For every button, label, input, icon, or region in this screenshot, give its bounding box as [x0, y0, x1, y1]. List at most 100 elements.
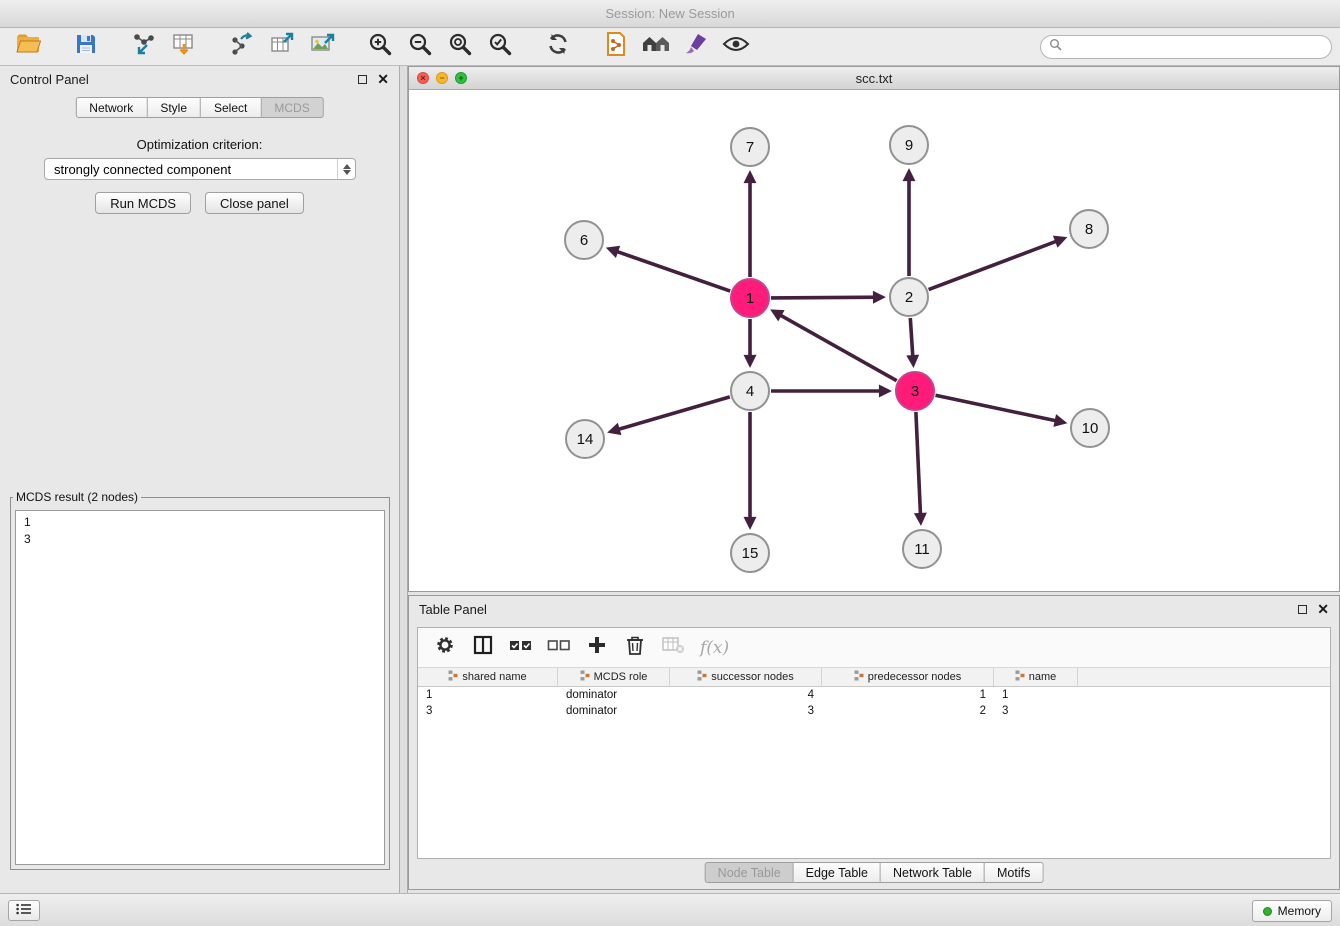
graph-edge-4-14[interactable] — [611, 397, 730, 432]
graph-edge-2-3[interactable] — [910, 318, 913, 364]
show-hide-button[interactable] — [716, 30, 756, 64]
columns-button[interactable] — [466, 632, 500, 664]
tab-node-table[interactable]: Node Table — [705, 862, 794, 883]
export-image-icon — [309, 31, 335, 62]
graph-edge-3-11[interactable] — [916, 412, 921, 522]
export-table-button[interactable] — [262, 30, 302, 64]
control-panel-title: Control Panel — [10, 72, 89, 87]
zoom-in-icon — [368, 32, 393, 62]
optimization-label: Optimization criterion: — [0, 137, 399, 152]
graph-node-11[interactable]: 11 — [903, 530, 941, 568]
network-window-titlebar[interactable]: × − + scc.txt — [409, 67, 1339, 90]
column-header-label: MCDS role — [594, 671, 648, 683]
table-row[interactable]: 3dominator323 — [418, 703, 1330, 719]
gear-button[interactable] — [428, 632, 462, 664]
graph-edge-2-8[interactable] — [929, 239, 1064, 290]
apply-layout-button[interactable] — [538, 30, 578, 64]
close-window-icon[interactable]: × — [417, 72, 429, 84]
function-builder-icon: f(x) — [700, 638, 729, 658]
export-network-button[interactable] — [222, 30, 262, 64]
minimize-window-icon[interactable]: − — [436, 72, 448, 84]
import-table-icon — [171, 31, 197, 62]
optimization-dropdown[interactable]: strongly connected component — [44, 158, 356, 180]
memory-button[interactable]: Memory — [1252, 900, 1332, 922]
dropdown-stepper-icon — [337, 159, 355, 179]
graph-node-7[interactable]: 7 — [731, 128, 769, 166]
network-view-window: × − + scc.txt 7 9 6 8 1 2 4 3 14 10 15 11 — [408, 66, 1340, 592]
network-canvas[interactable]: 7 9 6 8 1 2 4 3 14 10 15 11 — [409, 90, 1339, 591]
gear-icon — [434, 634, 456, 661]
column-header-shared-name[interactable]: shared name — [418, 668, 558, 686]
table-cell: 3 — [670, 705, 822, 717]
delete-table-button — [656, 632, 690, 664]
vertical-splitter[interactable] — [400, 66, 408, 893]
run-mcds-button[interactable]: Run MCDS — [95, 192, 191, 214]
column-tree-icon — [448, 670, 458, 684]
table-cell: 1 — [418, 689, 558, 701]
maximize-window-icon[interactable]: + — [455, 72, 467, 84]
graph-node-14[interactable]: 14 — [566, 420, 604, 458]
task-history-button[interactable] — [8, 900, 40, 921]
control-panel-tabs: NetworkStyleSelectMCDS — [75, 97, 323, 118]
column-header-name[interactable]: name — [994, 668, 1078, 686]
graph-edge-3-1[interactable] — [774, 311, 897, 380]
graph-node-3[interactable]: 3 — [896, 372, 934, 410]
deselect-all-button[interactable] — [542, 632, 576, 664]
column-tree-icon — [580, 670, 590, 684]
first-neighbors-button[interactable] — [636, 30, 676, 64]
add-button[interactable] — [580, 632, 614, 664]
zoom-in-button[interactable] — [360, 30, 400, 64]
tab-motifs[interactable]: Motifs — [985, 862, 1043, 883]
float-table-panel-icon[interactable] — [1298, 605, 1307, 614]
graph-node-10[interactable]: 10 — [1071, 409, 1109, 447]
graph-node-4[interactable]: 4 — [731, 372, 769, 410]
import-table-button[interactable] — [164, 30, 204, 64]
table-body: 1dominator4113dominator323 — [418, 687, 1330, 719]
mcds-result-text[interactable]: 1 3 — [15, 510, 385, 865]
graph-node-6[interactable]: 6 — [565, 221, 603, 259]
graph-node-2[interactable]: 2 — [890, 278, 928, 316]
close-panel-button[interactable]: Close panel — [205, 192, 304, 214]
select-all-icon — [509, 636, 533, 659]
graph-node-8[interactable]: 8 — [1070, 210, 1108, 248]
import-network-button[interactable] — [124, 30, 164, 64]
close-panel-icon[interactable]: ✕ — [377, 74, 389, 84]
table-cell: 3 — [994, 705, 1078, 717]
graph-node-1[interactable]: 1 — [731, 279, 769, 317]
graph-node-15[interactable]: 15 — [731, 534, 769, 572]
column-header-successor-nodes[interactable]: successor nodes — [670, 668, 822, 686]
control-panel-header: Control Panel ✕ — [0, 66, 399, 92]
zoom-fit-button[interactable] — [440, 30, 480, 64]
export-table-icon — [269, 31, 295, 62]
open-session-button[interactable] — [8, 30, 48, 64]
graph-node-9[interactable]: 9 — [890, 126, 928, 164]
style-brush-button[interactable] — [676, 30, 716, 64]
tab-select[interactable]: Select — [201, 97, 261, 118]
table-cell: 2 — [822, 705, 994, 717]
delete-button[interactable] — [618, 632, 652, 664]
graph-edge-1-2[interactable] — [771, 297, 882, 298]
select-all-button[interactable] — [504, 632, 538, 664]
column-header-predecessor-nodes[interactable]: predecessor nodes — [822, 668, 994, 686]
network-document-button[interactable] — [596, 30, 636, 64]
column-tree-icon — [697, 670, 707, 684]
svg-text:15: 15 — [742, 545, 759, 562]
table-row[interactable]: 1dominator411 — [418, 687, 1330, 703]
tab-network[interactable]: Network — [75, 97, 147, 118]
zoom-selected-button[interactable] — [480, 30, 520, 64]
tab-mcds[interactable]: MCDS — [261, 97, 323, 118]
search-box[interactable] — [1040, 35, 1332, 59]
float-panel-icon[interactable] — [358, 75, 367, 84]
graph-edge-1-6[interactable] — [610, 249, 731, 291]
close-table-panel-icon[interactable]: ✕ — [1317, 604, 1329, 614]
column-header-mcds-role[interactable]: MCDS role — [558, 668, 670, 686]
search-input[interactable] — [1067, 40, 1323, 54]
zoom-fit-icon — [448, 32, 473, 62]
tab-edge-table[interactable]: Edge Table — [794, 862, 881, 883]
save-session-button[interactable] — [66, 30, 106, 64]
graph-edge-3-10[interactable] — [936, 395, 1064, 422]
zoom-out-button[interactable] — [400, 30, 440, 64]
export-image-button[interactable] — [302, 30, 342, 64]
tab-network-table[interactable]: Network Table — [881, 862, 985, 883]
tab-style[interactable]: Style — [147, 97, 201, 118]
